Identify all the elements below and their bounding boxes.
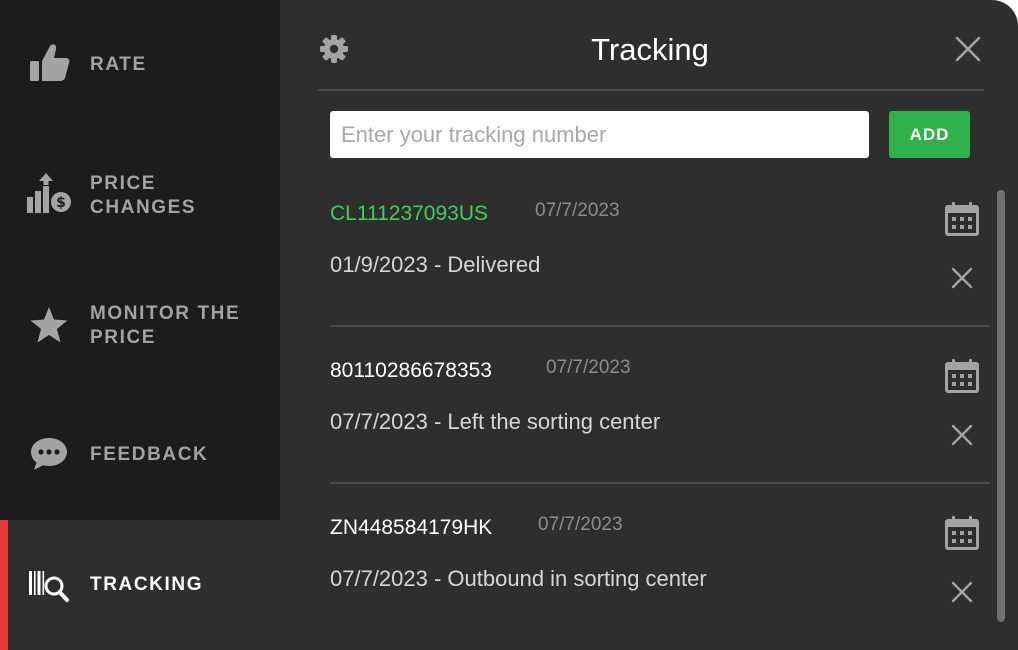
tracking-status: 07/7/2023 - Left the sorting center [330, 409, 661, 434]
add-button[interactable]: ADD [889, 111, 970, 158]
sidebar-item-label: MONITOR THE PRICE [90, 303, 241, 348]
thumbs-up-icon [26, 40, 72, 86]
settings-button[interactable] [318, 35, 350, 67]
close-icon [951, 581, 973, 607]
tracking-number: ZN448584179HK [330, 516, 493, 539]
close-button[interactable] [952, 35, 984, 67]
tracking-number: 80110286678353 [330, 359, 492, 382]
price-changes-icon: $ [26, 170, 72, 216]
calendar-button[interactable] [943, 202, 981, 240]
delete-entry-button[interactable] [947, 579, 977, 609]
sidebar-item-price-changes[interactable]: $ PRICE CHANGES [0, 130, 280, 260]
sidebar: RATE $ PRICE CHANGES MONITOR THE PRICE F… [0, 0, 280, 650]
star-icon [26, 302, 72, 348]
list-scrollbar[interactable] [995, 190, 1007, 622]
close-icon [951, 424, 973, 450]
svg-text:$: $ [56, 195, 66, 211]
entry-divider [330, 325, 990, 327]
tracking-added-date: 07/7/2023 [546, 357, 631, 378]
close-icon [951, 267, 973, 293]
sidebar-item-label: FEEDBACK [90, 444, 209, 465]
entry-divider [330, 482, 990, 484]
calendar-button[interactable] [943, 359, 981, 397]
chat-bubble-icon [26, 431, 72, 477]
tracking-number-input[interactable] [330, 111, 869, 158]
tracking-number: CL111237093US [330, 202, 489, 225]
calendar-button[interactable] [943, 516, 981, 554]
sidebar-item-rate[interactable]: RATE [0, 0, 280, 130]
tracking-added-date: 07/7/2023 [538, 514, 623, 535]
header-divider [318, 89, 984, 91]
tracking-entry: 80110286678353 07/7/2023 07/7/2023 - Lef… [330, 343, 990, 500]
page-title: Tracking [591, 32, 709, 67]
tracking-entry: CL111237093US 07/7/2023 01/9/2023 - Deli… [330, 186, 990, 343]
delete-entry-button[interactable] [947, 265, 977, 295]
calendar-icon [944, 201, 980, 241]
tracking-window: RATE $ PRICE CHANGES MONITOR THE PRICE F… [0, 0, 1018, 650]
barcode-search-icon [26, 562, 72, 608]
sidebar-item-feedback[interactable]: FEEDBACK [0, 390, 280, 520]
tracking-status: 07/7/2023 - Outbound in sorting center [330, 566, 707, 591]
sidebar-item-tracking[interactable]: TRACKING [0, 520, 280, 650]
sidebar-item-label: RATE [90, 54, 147, 75]
scrollbar-thumb[interactable] [997, 190, 1005, 622]
sidebar-item-monitor-price[interactable]: MONITOR THE PRICE [0, 260, 280, 390]
sidebar-item-label: TRACKING [90, 574, 204, 595]
delete-entry-button[interactable] [947, 422, 977, 452]
gear-icon [319, 34, 349, 68]
sidebar-item-label: PRICE CHANGES [90, 173, 197, 218]
close-icon [955, 36, 981, 66]
calendar-icon [944, 358, 980, 398]
tracking-entry: ZN448584179HK 07/7/2023 07/7/2023 - Outb… [330, 500, 990, 650]
tracking-status: 01/9/2023 - Delivered [330, 252, 541, 277]
calendar-icon [944, 515, 980, 555]
active-indicator [0, 520, 8, 650]
tracking-added-date: 07/7/2023 [535, 200, 620, 221]
